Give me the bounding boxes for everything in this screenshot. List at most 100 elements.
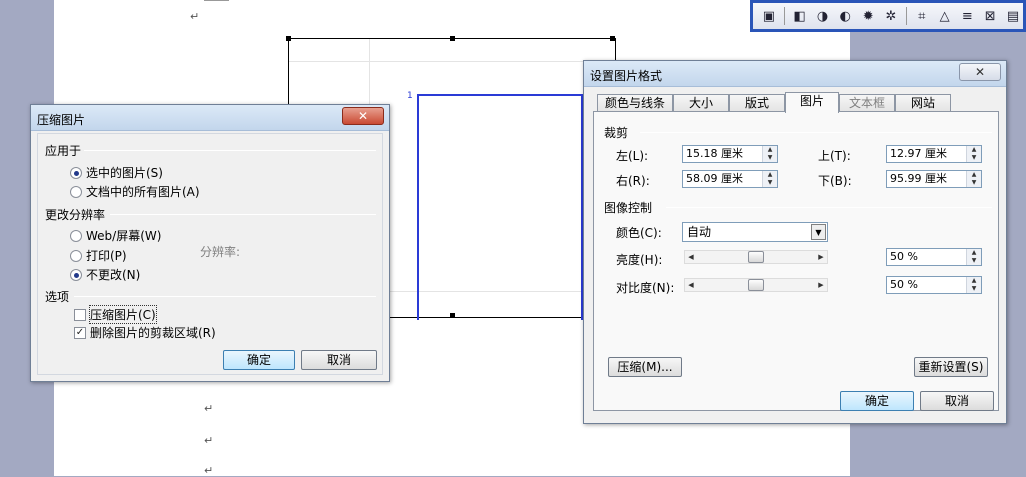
crop-top-input[interactable]: 12.97 厘米 ▲ ▼: [886, 145, 982, 163]
rotate-icon[interactable]: △: [935, 6, 955, 26]
brightness-input[interactable]: 50 % ▲ ▼: [886, 248, 982, 266]
resolution-nochange-radio[interactable]: 不更改(N): [70, 266, 140, 283]
radio-icon: [70, 249, 82, 262]
crop-bottom-label: 下(B):: [818, 174, 852, 188]
picture-tab-panel: 裁剪 左(L): 15.18 厘米 ▲ ▼ 上(T): 12.97 厘米 ▲ ▼ 右…: [593, 111, 999, 411]
resolution-heading: 更改分辨率: [45, 208, 106, 222]
divider: [84, 150, 376, 151]
picture-toolbar: ▣ ◧ ◑ ◐ ✹ ✲ ⌗ △ ≡ ⊠ ▤: [750, 0, 1026, 32]
compress-icon[interactable]: ⊠: [980, 6, 1000, 26]
tab-size[interactable]: 大小: [673, 94, 729, 112]
cancel-button[interactable]: 取消: [301, 350, 377, 370]
picture-toolbar-buttons: ▣ ◧ ◑ ◐ ✹ ✲ ⌗ △ ≡ ⊠ ▤: [753, 3, 1023, 29]
dialog-title-bar[interactable]: 压缩图片 ✕: [31, 105, 389, 131]
resolution-value-label: 分辨率:: [200, 245, 241, 259]
spinner-arrows-icon[interactable]: ▲ ▼: [762, 146, 777, 162]
crop-heading: 裁剪: [604, 126, 629, 140]
color-label: 颜色(C):: [616, 226, 662, 240]
toolbar-separator: [783, 7, 785, 25]
radio-icon: [70, 166, 82, 179]
divider: [110, 214, 376, 215]
ok-button[interactable]: 确定: [840, 391, 914, 411]
crop-icon[interactable]: ⌗: [912, 6, 932, 26]
crop-top-label: 上(T):: [818, 149, 851, 163]
contrast-input[interactable]: 50 % ▲ ▼: [886, 276, 982, 294]
close-button[interactable]: ✕: [959, 63, 1001, 81]
resize-handle[interactable]: [610, 36, 615, 41]
apply-to-heading: 应用于: [45, 144, 82, 158]
contrast-slider[interactable]: ◀ ▶: [684, 278, 828, 292]
spinner-arrows-icon[interactable]: ▲ ▼: [966, 171, 981, 187]
resolution-web-radio[interactable]: Web/屏幕(W): [70, 227, 161, 244]
spinner-arrows-icon[interactable]: ▲ ▼: [966, 249, 981, 265]
apply-selected-radio[interactable]: 选中的图片(S): [70, 164, 163, 181]
tab-web[interactable]: 网站: [895, 94, 951, 112]
crop-right-input[interactable]: 58.09 厘米 ▲ ▼: [682, 170, 778, 188]
contrast-label: 对比度(N):: [616, 281, 675, 295]
brightness-more-icon[interactable]: ✹: [858, 6, 878, 26]
checkbox-icon: [74, 308, 86, 321]
format-picture-dialog: 设置图片格式 ✕ 颜色与线条 大小 版式 图片 文本框 网站 裁剪 左(L): …: [583, 60, 1007, 424]
slider-thumb[interactable]: [748, 279, 764, 291]
delete-crop-area-checkbox[interactable]: ✓ 删除图片的剪裁区域(R): [74, 324, 216, 341]
brightness-slider[interactable]: ◀ ▶: [684, 250, 828, 264]
arrow-left-icon[interactable]: ◀: [685, 279, 697, 291]
contrast-more-icon[interactable]: ◑: [813, 6, 833, 26]
reset-button[interactable]: 重新设置(S): [914, 357, 988, 377]
cropped-picture[interactable]: [417, 94, 583, 320]
spinner-arrows-icon[interactable]: ▲ ▼: [762, 171, 777, 187]
crop-left-label: 左(L):: [616, 149, 649, 163]
line-style-icon[interactable]: ≡: [957, 6, 977, 26]
resize-handle[interactable]: [450, 36, 455, 41]
divider: [640, 132, 992, 133]
apply-all-radio[interactable]: 文档中的所有图片(A): [70, 183, 200, 200]
arrow-left-icon[interactable]: ◀: [685, 251, 697, 263]
tab-layout[interactable]: 版式: [729, 94, 785, 112]
compress-pictures-dialog: 压缩图片 ✕ 应用于 选中的图片(S) 文档中的所有图片(A) 更改分辨率 We…: [30, 104, 390, 382]
brightness-label: 亮度(H):: [616, 253, 663, 267]
toolbar-separator: [905, 7, 907, 25]
paragraph-mark: ↵: [190, 10, 200, 23]
contrast-less-icon[interactable]: ◐: [835, 6, 855, 26]
paragraph-mark: ↵: [204, 464, 214, 477]
brightness-less-icon[interactable]: ✲: [881, 6, 901, 26]
options-heading: 选项: [45, 290, 70, 304]
slider-thumb[interactable]: [748, 251, 764, 263]
tab-picture[interactable]: 图片: [785, 92, 839, 113]
arrow-right-icon[interactable]: ▶: [815, 279, 827, 291]
tab-colors-lines[interactable]: 颜色与线条: [597, 94, 673, 112]
cancel-button[interactable]: 取消: [920, 391, 994, 411]
format-picture-icon[interactable]: ▤: [1003, 6, 1023, 26]
picture-icon[interactable]: ▣: [759, 6, 779, 26]
image-control-heading: 图像控制: [604, 201, 653, 215]
dialog-title-bar[interactable]: 设置图片格式 ✕: [584, 61, 1006, 87]
checkmark-icon: ✓: [74, 326, 86, 339]
document-top-line: [204, 0, 229, 1]
spinner-arrows-icon[interactable]: ▲ ▼: [966, 277, 981, 293]
dialog-title: 压缩图片: [37, 113, 86, 127]
paragraph-mark: ↵: [204, 434, 214, 447]
corner-number: 1: [407, 91, 413, 101]
color-icon[interactable]: ◧: [790, 6, 810, 26]
crop-bottom-input[interactable]: 95.99 厘米 ▲ ▼: [886, 170, 982, 188]
radio-icon: [70, 268, 82, 281]
tab-textbox: 文本框: [839, 94, 895, 112]
resize-handle[interactable]: [286, 36, 291, 41]
resize-handle[interactable]: [450, 313, 455, 318]
ok-button[interactable]: 确定: [223, 350, 295, 370]
paragraph-mark: ↵: [204, 402, 214, 415]
radio-icon: [70, 185, 82, 198]
color-select[interactable]: 自动 ▼: [682, 222, 828, 242]
compress-button[interactable]: 压缩(M)...: [608, 357, 682, 377]
arrow-right-icon[interactable]: ▶: [815, 251, 827, 263]
radio-icon: [70, 229, 82, 242]
dialog-title: 设置图片格式: [590, 69, 663, 83]
divider: [666, 207, 992, 208]
compress-pictures-checkbox[interactable]: 压缩图片(C): [74, 305, 157, 324]
crop-left-input[interactable]: 15.18 厘米 ▲ ▼: [682, 145, 778, 163]
resolution-print-radio[interactable]: 打印(P): [70, 247, 127, 264]
crop-right-label: 右(R):: [616, 174, 650, 188]
spinner-arrows-icon[interactable]: ▲ ▼: [966, 146, 981, 162]
close-button[interactable]: ✕: [342, 107, 384, 125]
chevron-down-icon[interactable]: ▼: [811, 224, 826, 240]
